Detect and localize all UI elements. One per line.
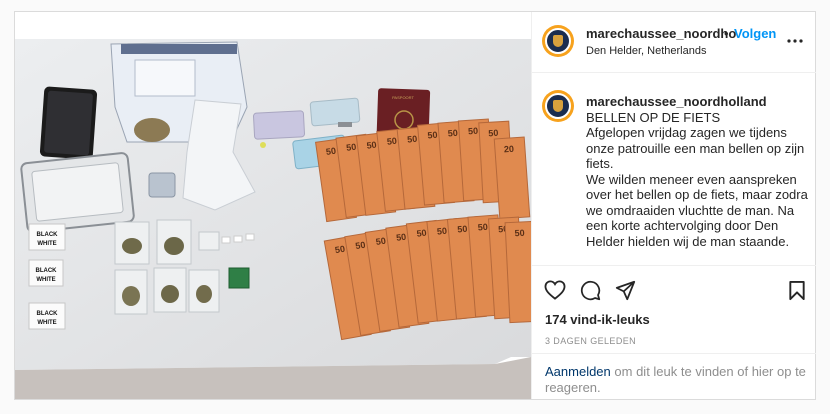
- more-icon[interactable]: [787, 38, 803, 44]
- caption-paragraph-1: Afgelopen vrijdag zagen we tijdens onze …: [586, 125, 805, 171]
- timestamp[interactable]: 3 DAGEN GELEDEN: [545, 336, 636, 346]
- label-packets: BLACK WHITE BLACK WHITE BLACK WHITE: [28, 223, 66, 330]
- svg-text:BLACK: BLACK: [36, 268, 58, 274]
- svg-text:WHITE: WHITE: [37, 241, 56, 247]
- passport-text: PASPOORT: [392, 95, 414, 100]
- likes-count[interactable]: 174 vind-ik-leuks: [545, 312, 650, 327]
- svg-text:50: 50: [325, 146, 336, 157]
- svg-text:BLACK: BLACK: [37, 311, 59, 317]
- svg-text:50: 50: [514, 228, 524, 238]
- caption-paragraph-2: We wilden meneer even aanspreken over he…: [586, 171, 808, 249]
- header-username[interactable]: marechaussee_noordho: [586, 26, 736, 41]
- location-link[interactable]: Den Helder, Netherlands: [586, 45, 706, 57]
- caption-avatar[interactable]: [542, 90, 574, 122]
- phone-case: [20, 152, 135, 233]
- comment-icon[interactable]: [580, 280, 601, 301]
- share-icon[interactable]: [615, 280, 636, 301]
- svg-text:WHITE: WHITE: [37, 320, 56, 326]
- caption-username[interactable]: marechaussee_noordholland: [586, 94, 767, 109]
- bookmark-icon[interactable]: [788, 280, 806, 301]
- svg-text:20: 20: [504, 144, 515, 155]
- svg-text:50: 50: [447, 128, 458, 139]
- svg-text:WHITE: WHITE: [36, 277, 55, 283]
- svg-text:50: 50: [375, 236, 386, 247]
- svg-text:50: 50: [416, 228, 427, 239]
- svg-text:50: 50: [386, 136, 397, 147]
- post-photo[interactable]: PASPOORT BLACK WHITE BLACK WHITE BLACK W…: [15, 12, 531, 399]
- heart-icon[interactable]: [544, 280, 566, 300]
- svg-text:50: 50: [477, 222, 488, 233]
- post-header: marechaussee_noordho • Volgen Den Helder…: [532, 12, 816, 73]
- crest-icon: [553, 35, 563, 47]
- banknote: 50: [504, 220, 531, 324]
- crest-icon: [553, 100, 563, 112]
- svg-text:50: 50: [457, 224, 468, 235]
- follow-button[interactable]: Volgen: [734, 26, 776, 41]
- avatar[interactable]: [542, 25, 574, 57]
- svg-text:50: 50: [427, 130, 438, 141]
- post-sidebar: marechaussee_noordho • Volgen Den Helder…: [531, 12, 816, 399]
- svg-text:50: 50: [366, 140, 377, 151]
- caption-title: BELLEN OP DE FIETS: [586, 109, 721, 125]
- svg-text:50: 50: [436, 226, 447, 237]
- svg-text:50: 50: [488, 128, 499, 139]
- caption: marechaussee_noordholland BELLEN OP DE F…: [586, 94, 808, 249]
- svg-text:50: 50: [396, 232, 407, 243]
- login-link[interactable]: Aanmelden: [545, 364, 611, 379]
- banknote: 20: [493, 136, 531, 220]
- evidence-photo: PASPOORT BLACK WHITE BLACK WHITE BLACK W…: [15, 12, 531, 399]
- svg-text:50: 50: [346, 142, 357, 153]
- instagram-post: PASPOORT BLACK WHITE BLACK WHITE BLACK W…: [14, 11, 816, 400]
- svg-text:50: 50: [468, 126, 479, 137]
- svg-text:50: 50: [407, 134, 418, 145]
- phone: [39, 86, 98, 160]
- svg-text:50: 50: [355, 240, 366, 251]
- svg-text:BLACK: BLACK: [37, 232, 59, 238]
- svg-text:50: 50: [334, 244, 346, 256]
- separator: •: [724, 26, 729, 41]
- login-prompt: Aanmelden om dit leuk te vinden of hier …: [532, 353, 816, 400]
